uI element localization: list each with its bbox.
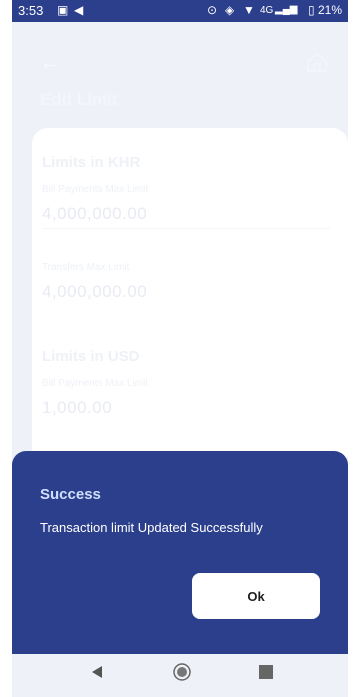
- success-dialog: Success Transaction limit Updated Succes…: [12, 451, 348, 654]
- usd-bill-label: Bill Payments Max Limit: [42, 378, 149, 389]
- khr-bill-value[interactable]: 4,000,000.00: [42, 204, 147, 224]
- khr-section-title: Limits in KHR: [42, 154, 141, 171]
- divider: [42, 228, 330, 229]
- page-title: Edit Limit: [40, 90, 118, 109]
- battery: ▯ 21%: [308, 3, 342, 17]
- phone-screen: 3:53 ▣ ◀ ⊙ ◈ ▼ 4G ▂▄▆ ▯ 21% ← Edit Limit…: [12, 0, 348, 697]
- dialog-message: Transaction limit Updated Successfully: [40, 520, 263, 535]
- khr-transfer-value[interactable]: 4,000,000.00: [42, 282, 147, 302]
- usd-section-title: Limits in USD: [42, 348, 140, 365]
- network-type: 4G: [260, 5, 274, 16]
- wifi-icon: ▼: [243, 3, 255, 17]
- ok-button[interactable]: Ok: [192, 573, 320, 619]
- vibrate-icon: ◈: [225, 3, 235, 17]
- signal-icon: ▂▄▆: [275, 4, 298, 15]
- back-arrow-icon[interactable]: ←: [40, 52, 60, 75]
- limits-card: Limits in KHR Bill Payments Max Limit 4,…: [32, 128, 348, 468]
- usd-bill-value[interactable]: 1,000.00: [42, 398, 112, 418]
- khr-transfer-label: Transfers Max Limit: [42, 262, 130, 273]
- image-notification-icon: ▣: [57, 3, 69, 17]
- status-bar: 3:53 ▣ ◀ ⊙ ◈ ▼ 4G ▂▄▆ ▯ 21%: [12, 0, 348, 22]
- nav-recents-icon[interactable]: [259, 665, 273, 679]
- home-icon[interactable]: [306, 51, 328, 73]
- nav-home-icon[interactable]: [172, 662, 192, 682]
- system-nav-bar: [12, 654, 348, 697]
- status-time: 3:53: [18, 3, 44, 18]
- app-bar: ← Edit Limit: [12, 22, 348, 140]
- dialog-title: Success: [40, 486, 101, 503]
- battery-level: 21%: [317, 3, 342, 17]
- khr-bill-label: Bill Payments Max Limit: [42, 184, 149, 195]
- location-icon: ⊙: [207, 3, 218, 17]
- nav-back-icon[interactable]: [89, 664, 105, 680]
- telegram-icon: ◀: [74, 3, 84, 17]
